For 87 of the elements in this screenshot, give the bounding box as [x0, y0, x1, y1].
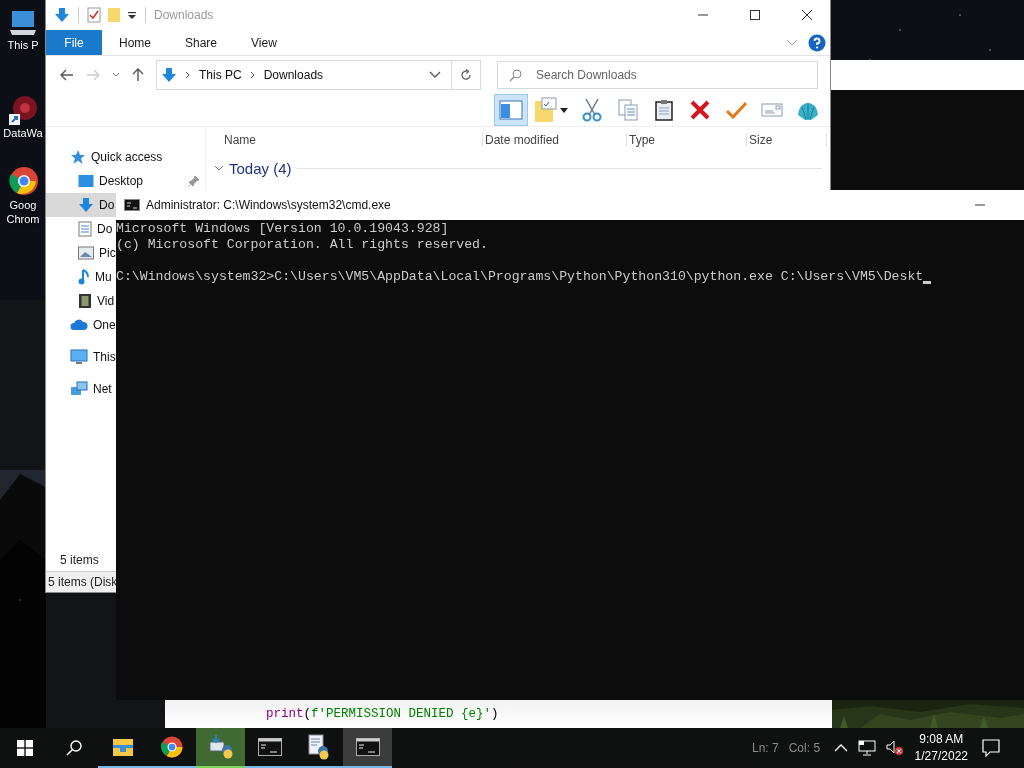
cloud-icon[interactable]	[70, 319, 88, 331]
desktop-icon[interactable]	[78, 174, 94, 188]
nav-item[interactable]: Quick access	[91, 150, 163, 164]
editor-status: Ln: 7	[752, 741, 779, 755]
ribbon-tab[interactable]: Share	[168, 30, 235, 55]
search-icon[interactable]	[65, 740, 82, 756]
preview-pane-icon[interactable]	[499, 99, 523, 121]
dropdown-icon[interactable]	[429, 71, 441, 79]
refresh-button[interactable]	[451, 60, 481, 90]
search-field[interactable]: Search Downloads	[497, 61, 818, 89]
nav-item[interactable]: Desktop	[99, 174, 144, 188]
installer-icon[interactable]	[207, 735, 234, 759]
clock-time[interactable]: 9:08 AM	[919, 731, 964, 748]
up-icon[interactable]	[132, 68, 144, 82]
window-title: Administrator: C:\Windows\system32\cmd.exe	[146, 198, 391, 212]
terminal-icon[interactable]	[355, 738, 380, 756]
pictures-icon[interactable]	[78, 246, 94, 260]
ribbon-tab[interactable]: File	[46, 30, 102, 55]
console-line: C:\Windows\system32>C:\Users\VM5\AppData\Local\Programs\Python\Python310\python.exe C:\Users\VM5\Deskt	[116, 269, 924, 285]
windows-start-icon[interactable]	[16, 740, 33, 756]
chevron-right-icon[interactable]	[185, 71, 191, 79]
desktop-icon-label[interactable]: DataWa	[3, 126, 43, 140]
column-header[interactable]: Name	[222, 132, 483, 147]
nav-item[interactable]: This	[93, 350, 116, 364]
terminal-icon	[124, 199, 140, 211]
nav-item[interactable]: Vid	[97, 294, 115, 308]
editor-status: Col: 5	[788, 741, 821, 755]
music-note-icon[interactable]	[78, 269, 90, 285]
close-icon[interactable]	[801, 9, 813, 21]
check-icon[interactable]	[725, 101, 747, 119]
muted-speaker-icon[interactable]	[885, 740, 904, 756]
film-icon[interactable]	[78, 293, 92, 309]
console-line: (c) Microsoft Corporation. All rights reserved.	[116, 237, 488, 252]
address-bar[interactable]: This PC Downloads	[156, 60, 452, 90]
clock-date[interactable]: 1/27/2022	[914, 748, 968, 765]
nav-item[interactable]: Mu	[95, 270, 112, 284]
flower-shortcut-icon[interactable]	[7, 94, 39, 126]
column-header[interactable]: Size	[747, 132, 827, 147]
chevron-right-icon[interactable]	[249, 71, 256, 79]
breadcrumb[interactable]: This PC	[199, 68, 242, 82]
collapse-icon[interactable]	[214, 165, 224, 172]
desktop-icon-label[interactable]: Goog	[9, 198, 37, 212]
ribbon-tab[interactable]: Home	[102, 30, 168, 55]
folder-properties-icon[interactable]	[534, 97, 570, 123]
scissors-icon[interactable]	[582, 98, 602, 122]
download-icon	[161, 67, 177, 83]
search-icon	[509, 69, 522, 82]
pin-icon[interactable]	[188, 175, 200, 187]
chrome-icon[interactable]	[7, 166, 39, 198]
notification-icon[interactable]	[982, 739, 1000, 757]
code-line: print(f'PERMISSION DENIED {e}')	[266, 707, 499, 721]
nav-item[interactable]: Do	[99, 198, 115, 212]
nav-item[interactable]: Pic	[99, 246, 116, 260]
delete-icon[interactable]	[690, 100, 710, 120]
python-file-icon[interactable]	[306, 734, 331, 760]
breadcrumb[interactable]: Downloads	[263, 68, 324, 82]
download-icon	[54, 7, 70, 23]
network-icon[interactable]	[857, 740, 876, 756]
nav-item[interactable]: One	[93, 318, 116, 332]
recent-caret-icon[interactable]	[112, 72, 120, 78]
desktop-icon-label[interactable]: Chrom	[6, 212, 40, 226]
chevron-down-icon[interactable]	[786, 38, 798, 47]
terminal-icon[interactable]	[257, 738, 282, 756]
item-count: 5 items	[60, 553, 99, 567]
text-cursor	[923, 281, 932, 284]
chrome-icon[interactable]	[159, 735, 184, 759]
nav-item[interactable]: Do	[97, 222, 113, 236]
console-line: Microsoft Windows [Version 10.0.19043.928]	[116, 221, 449, 237]
back-icon[interactable]	[60, 69, 74, 81]
ribbon-tab[interactable]: View	[234, 30, 294, 55]
group-header[interactable]: Today (4)	[229, 160, 292, 177]
star-icon[interactable]	[70, 149, 86, 165]
desktop-icon-label[interactable]: This P	[7, 38, 39, 52]
window-title: Downloads	[154, 8, 214, 22]
help-icon[interactable]	[808, 33, 826, 52]
column-header[interactable]: Type	[627, 132, 747, 147]
dropdown-icon[interactable]	[127, 10, 137, 20]
computer-icon[interactable]	[8, 8, 38, 38]
maximize-icon[interactable]	[749, 9, 761, 21]
download-icon[interactable]	[78, 197, 94, 213]
properties-icon[interactable]	[87, 7, 101, 23]
nav-item[interactable]: Net	[93, 382, 112, 396]
chevron-up-icon[interactable]	[833, 744, 848, 752]
folder-icon[interactable]	[111, 737, 134, 757]
clipboard-icon[interactable]	[655, 99, 673, 121]
column-header[interactable]: Date modified	[483, 132, 627, 147]
refresh-icon	[460, 69, 472, 81]
